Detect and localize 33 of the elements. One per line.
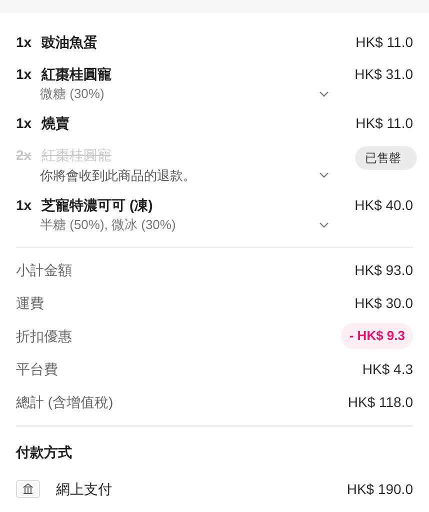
summary-label: 小計金額 (16, 260, 72, 280)
item-name: 紅棗桂圓寵 (42, 64, 112, 84)
summary-label: 總計 (含增值稅) (16, 392, 114, 412)
summary-label: 運費 (16, 294, 44, 312)
summary-value: HK$ 30.0 (354, 294, 413, 312)
item-price: HK$ 40.0 (354, 196, 413, 214)
item-options: 你將會收到此商品的退款。 (40, 166, 196, 185)
item-name: 芝寵特濃可可 (凍) (42, 196, 153, 215)
payment-amount: HK$ 190.0 (346, 480, 413, 498)
summary-label: 折扣優惠 (16, 326, 72, 346)
summary-label: 平台費 (16, 360, 58, 378)
item-price: HK$ 11.0 (356, 114, 413, 133)
bank-icon (16, 480, 40, 498)
payment-heading: 付款方式 (16, 442, 73, 462)
chevron-down-icon[interactable] (319, 90, 329, 97)
summary-value: HK$ 118.0 (348, 392, 413, 412)
item-price: HK$ 11.0 (356, 32, 413, 52)
summary-value: HK$ 4.3 (362, 360, 413, 378)
chevron-down-icon[interactable] (319, 222, 329, 228)
item-quantity: 1x (16, 114, 32, 133)
item-quantity: 1x (16, 64, 32, 84)
summary-value: HK$ 93.0 (354, 260, 413, 280)
item-name: 燒賣 (42, 114, 70, 133)
item-quantity: 1x (16, 196, 32, 214)
item-name: 豉油魚蛋 (42, 32, 98, 52)
item-options: 微糖 (30%) (40, 84, 104, 104)
payment-method: 網上支付 (56, 480, 112, 498)
item-quantity: 1x (16, 32, 32, 52)
discount-badge: - HK$ 9.3 (341, 323, 413, 349)
chevron-down-icon[interactable] (319, 172, 329, 178)
sold-out-badge: 已售罄 (355, 146, 417, 170)
item-price: HK$ 31.0 (354, 64, 413, 84)
item-options: 半糖 (50%), 微冰 (30%) (40, 215, 176, 234)
